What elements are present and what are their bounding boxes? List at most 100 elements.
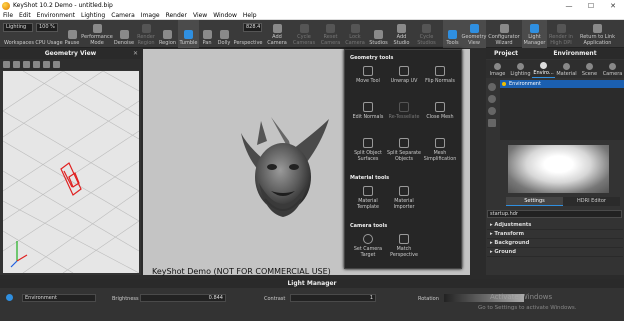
adjustments-section[interactable]: ▸ Adjustments (487, 221, 623, 230)
menu-lighting[interactable]: Lighting (78, 12, 108, 19)
duplicate-environment-icon[interactable] (488, 95, 496, 103)
menu-environment[interactable]: Environment (34, 12, 78, 19)
light-manager-button[interactable]: Light Manager (522, 20, 547, 48)
pause-button[interactable]: Pause (63, 20, 81, 48)
ground-section[interactable]: ▸ Ground (487, 248, 623, 257)
tab-camera[interactable]: Camera (601, 60, 624, 78)
cpu-usage-button[interactable]: CPU Usage (35, 20, 63, 48)
settings-icon[interactable] (3, 61, 10, 68)
tab-scene[interactable]: Scene (578, 60, 601, 78)
menu-edit[interactable]: Edit (16, 12, 34, 19)
menu-render[interactable]: Render (163, 12, 190, 19)
menu-camera[interactable]: Camera (108, 12, 138, 19)
tab-environment-label: Enviro... (533, 70, 554, 76)
tab-lighting[interactable]: Lighting (509, 60, 532, 78)
cycle-studios-button[interactable]: Cycle Studios (413, 20, 440, 48)
geometry-grid-svg (3, 71, 139, 273)
contrast-field[interactable]: 1 (290, 294, 376, 302)
workspaces-button[interactable]: Workspaces (3, 20, 35, 48)
lock-icon[interactable] (23, 61, 30, 68)
menu-image[interactable]: Image (138, 12, 163, 19)
performance-mode-button[interactable]: Performance Mode (81, 20, 113, 48)
add-environment-icon[interactable] (488, 83, 496, 91)
tab-image[interactable]: Image (486, 60, 509, 78)
reset-camera-button[interactable]: Reset Camera (318, 20, 343, 48)
project-header[interactable]: Project (486, 49, 526, 59)
denoise-button[interactable]: Denoise (113, 20, 135, 48)
grid-icon[interactable] (43, 61, 50, 68)
region-button[interactable]: Region (157, 20, 178, 48)
move-tool-label: Move Tool (356, 79, 380, 84)
delete-environment-icon[interactable] (488, 119, 496, 127)
maximize-button[interactable]: ☐ (580, 0, 602, 11)
keyshot-logo-icon (2, 1, 10, 10)
lock-camera-button[interactable]: Lock Camera (343, 20, 367, 48)
camera-icon[interactable] (13, 61, 20, 68)
close-panel-icon[interactable]: ✕ (133, 49, 138, 59)
edit-normals-button[interactable]: Edit Normals (351, 102, 385, 121)
hdri-editor-icon[interactable] (488, 107, 496, 115)
activate-windows-subtitle: Go to Settings to activate Windows. (478, 305, 577, 311)
re-tessellate-button[interactable]: Re-Tessellate (387, 102, 421, 121)
set-camera-target-button[interactable]: Set Camera Target (351, 234, 385, 258)
environment-light-icon[interactable] (6, 294, 13, 301)
material-importer-icon (399, 186, 409, 196)
axis-icon[interactable] (53, 61, 60, 68)
tab-hdri-editor[interactable]: HDRI Editor (563, 197, 620, 206)
close-window-button[interactable]: ✕ (602, 0, 624, 11)
environment-list-item[interactable]: Environment (500, 80, 624, 88)
tab-settings[interactable]: Settings (506, 197, 563, 206)
display-mode-icon[interactable] (33, 61, 40, 68)
lock-camera-label: Lock Camera (345, 34, 365, 46)
minimize-button[interactable]: — (558, 0, 580, 11)
geometry-view-canvas[interactable] (3, 71, 139, 273)
tools-button[interactable]: Tools (443, 20, 462, 48)
tab-environment[interactable]: Enviro... (532, 60, 555, 78)
menu-file[interactable]: File (0, 12, 16, 19)
material-template-icon (363, 186, 373, 196)
render-viewport[interactable] (143, 49, 343, 275)
geometry-view-button[interactable]: Geometry View (462, 20, 486, 48)
background-section[interactable]: ▸ Background (487, 239, 623, 248)
tumble-button[interactable]: Tumble (178, 20, 199, 48)
add-studio-button[interactable]: Add Studio (390, 20, 413, 48)
flip-normals-button[interactable]: Flip Normals (423, 66, 457, 85)
unwrap-uv-button[interactable]: Unwrap UV (387, 66, 421, 85)
tab-material-label: Material (556, 71, 577, 77)
hdri-file-field[interactable]: startup.hdr (487, 210, 622, 218)
render-region-button[interactable]: Render Region (135, 20, 157, 48)
camera-tools-heading: Camera tools (350, 223, 388, 229)
transform-section[interactable]: ▸ Transform (487, 230, 623, 239)
material-template-button[interactable]: Material Template (351, 186, 385, 210)
set-camera-target-label: Set Camera Target (353, 247, 383, 258)
studios-button[interactable]: Studios (367, 20, 390, 48)
configurator-wizard-button[interactable]: Configurator Wizard (486, 20, 522, 48)
light-environment-field[interactable]: Environment (22, 294, 96, 302)
link-app-icon (593, 24, 602, 33)
cycle-cameras-button[interactable]: Cycle Cameras (290, 20, 318, 48)
render-high-dpi-button[interactable]: Render in High DPI (547, 20, 575, 48)
dolly-button[interactable]: Dolly (215, 20, 233, 48)
cycle-studios-label: Cycle Studios (417, 34, 436, 46)
return-to-link-app-button[interactable]: Return to Link Application (575, 20, 620, 48)
split-object-surfaces-button[interactable]: Split Object Surfaces (351, 138, 385, 162)
mesh-simplification-button[interactable]: Mesh Simplification (423, 138, 457, 162)
menu-help[interactable]: Help (240, 12, 260, 19)
tab-material[interactable]: Material (555, 60, 578, 78)
perspective-button[interactable]: Perspective (233, 20, 263, 48)
pan-button[interactable]: Pan (199, 20, 215, 48)
brightness-field[interactable]: 0.844 (140, 294, 226, 302)
split-separate-objects-button[interactable]: Split Separate Objects (387, 138, 421, 162)
match-perspective-button[interactable]: Match Perspective (387, 234, 421, 258)
hdri-preview[interactable] (508, 145, 609, 193)
material-template-label: Material Template (357, 199, 379, 210)
move-tool-button[interactable]: Move Tool (351, 66, 385, 85)
add-camera-button[interactable]: Add Camera (264, 20, 290, 48)
material-importer-button[interactable]: Material Importer (387, 186, 421, 210)
menu-view[interactable]: View (190, 12, 210, 19)
cpu-usage-label: CPU Usage (35, 39, 63, 46)
menu-window[interactable]: Window (210, 12, 240, 19)
split-object-surfaces-label: Split Object Surfaces (354, 151, 382, 162)
close-mesh-button[interactable]: Close Mesh (423, 102, 457, 121)
studios-label: Studios (369, 39, 388, 46)
